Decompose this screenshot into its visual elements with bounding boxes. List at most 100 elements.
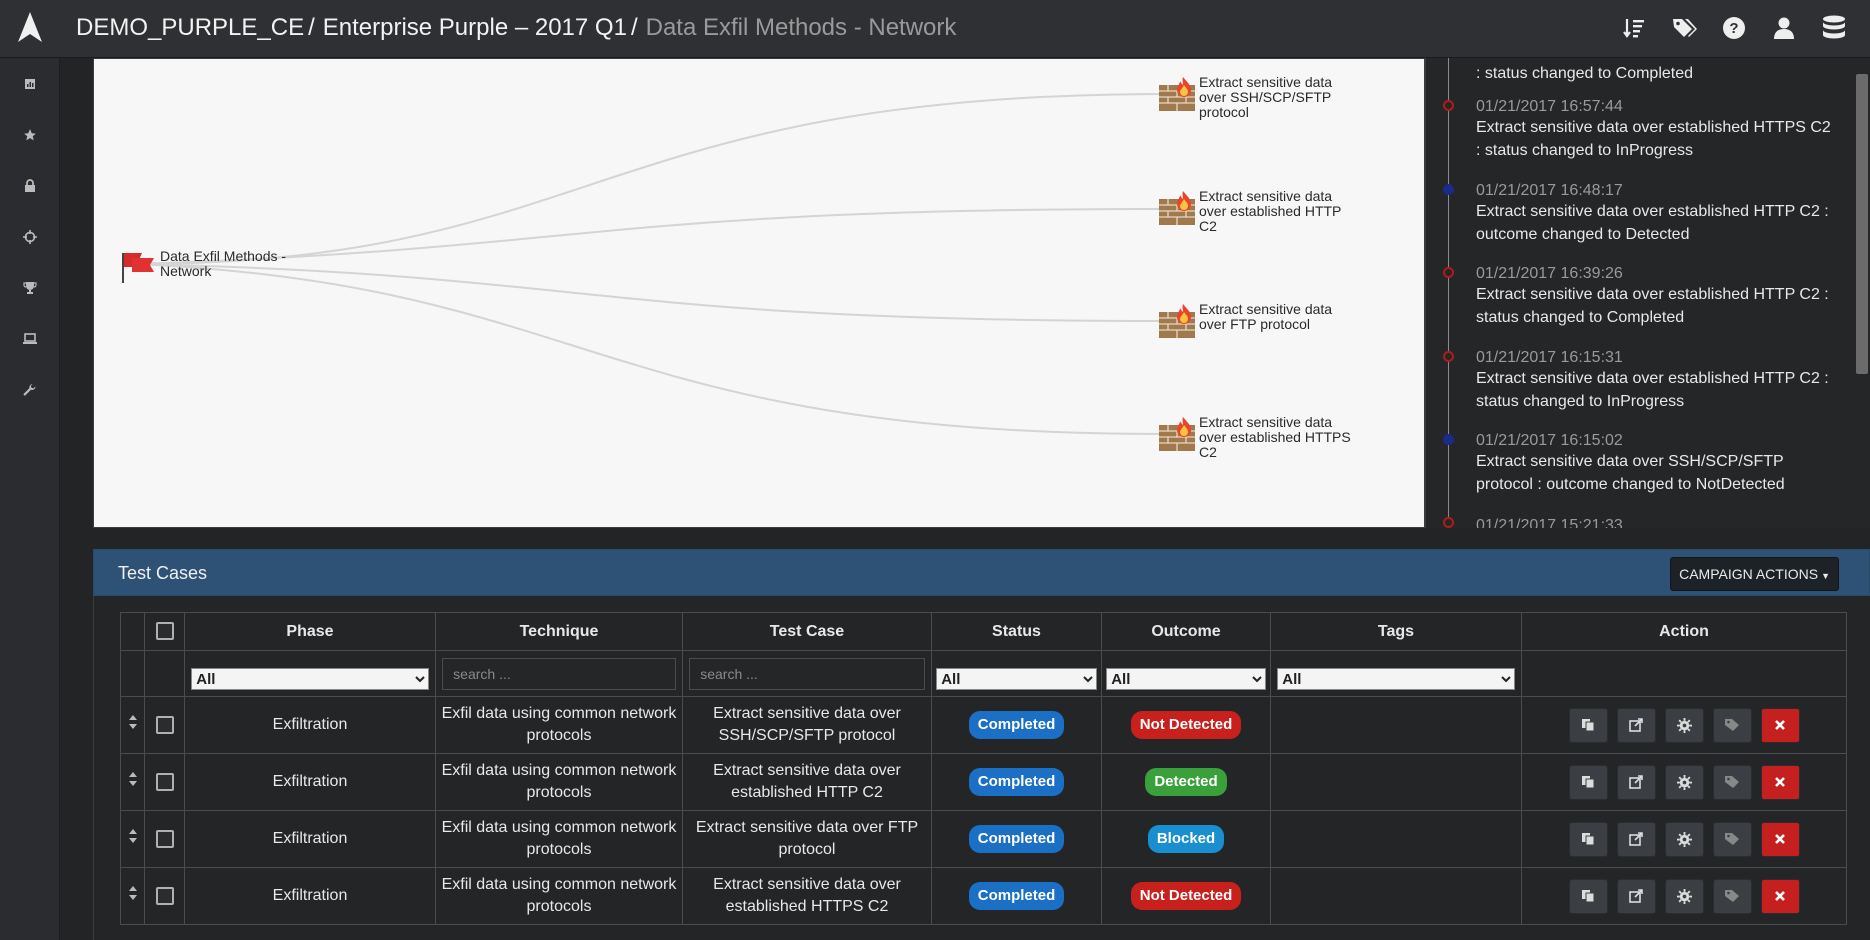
graph-node-label-line: over FTP protocol xyxy=(1199,316,1311,332)
share-button[interactable] xyxy=(1616,707,1656,743)
timeline-entry-time: 01/21/2017 16:57:44 xyxy=(1476,98,1623,115)
test-case-cell: Extract sensitive data over SSH/SCP/SFTP… xyxy=(682,696,932,754)
lock-icon xyxy=(25,178,35,192)
column-header-status[interactable]: Status xyxy=(931,612,1102,651)
campaign-actions-button[interactable]: CAMPAIGN ACTIONS ▼ xyxy=(1670,557,1839,591)
graph-node[interactable]: Extract sensitive data over FTP protocol xyxy=(1159,302,1332,343)
sidebar-item-trophy[interactable] xyxy=(0,262,60,313)
tag-button[interactable] xyxy=(1712,878,1752,914)
column-header-technique[interactable]: Technique xyxy=(435,612,683,651)
filter-cell xyxy=(435,650,683,697)
column-header-outcome[interactable]: Outcome xyxy=(1101,612,1271,651)
filter-row: All All All All xyxy=(120,650,1847,697)
table-row[interactable]: Exfiltration Exfil data using common net… xyxy=(120,753,1847,811)
table-row[interactable]: Exfiltration Exfil data using common net… xyxy=(120,810,1847,868)
row-checkbox[interactable] xyxy=(155,715,174,734)
activity-timeline[interactable]: : status changed to Completed 01/21/2017… xyxy=(1425,58,1870,528)
delete-button[interactable] xyxy=(1760,707,1800,743)
drag-handle-icon[interactable] xyxy=(128,828,138,844)
technique-search-input[interactable] xyxy=(442,657,676,690)
copy-button[interactable] xyxy=(1568,764,1608,800)
sidebar-item-targets[interactable] xyxy=(0,211,60,262)
settings-button[interactable] xyxy=(1664,821,1704,857)
graph-node-label-line: protocol xyxy=(1199,104,1249,120)
sidebar-item-assets[interactable] xyxy=(0,313,60,364)
copy-button[interactable] xyxy=(1568,707,1608,743)
share-button[interactable] xyxy=(1616,878,1656,914)
column-header-phase[interactable]: Phase xyxy=(184,612,436,651)
timeline-scrollbar[interactable] xyxy=(1856,74,1868,374)
drag-handle-icon[interactable] xyxy=(128,714,138,730)
row-checkbox[interactable] xyxy=(155,829,174,848)
share-button[interactable] xyxy=(1616,821,1656,857)
column-header-tags[interactable]: Tags xyxy=(1270,612,1522,651)
select-all-checkbox[interactable] xyxy=(155,622,174,641)
user-icon[interactable] xyxy=(1770,14,1798,42)
caret-down-icon: ▼ xyxy=(1821,571,1830,581)
database-icon[interactable] xyxy=(1820,14,1848,42)
delete-button[interactable] xyxy=(1760,764,1800,800)
sidebar xyxy=(0,58,60,940)
settings-button[interactable] xyxy=(1664,764,1704,800)
share-button[interactable] xyxy=(1616,764,1656,800)
delete-button[interactable] xyxy=(1760,878,1800,914)
timeline-dot xyxy=(1443,434,1454,445)
timeline-dot xyxy=(1443,184,1454,195)
table-row[interactable]: Exfiltration Exfil data using common net… xyxy=(120,867,1847,925)
timeline-entry-text: Extract sensitive data over established … xyxy=(1476,119,1831,159)
delete-icon xyxy=(1775,720,1785,730)
tag-button[interactable] xyxy=(1712,707,1752,743)
gear-icon xyxy=(1676,717,1692,733)
tags-icon[interactable] xyxy=(1670,14,1698,42)
gear-icon xyxy=(1676,831,1692,847)
delete-icon xyxy=(1775,834,1785,844)
drag-handle-icon[interactable] xyxy=(128,885,138,901)
breadcrumb-separator: / xyxy=(308,14,315,41)
technique-cell: Exfil data using common network protocol… xyxy=(435,753,683,811)
column-header-test-case[interactable]: Test Case xyxy=(682,612,932,651)
sidebar-item-security[interactable] xyxy=(0,160,60,211)
breadcrumb-campaign[interactable]: Enterprise Purple – 2017 Q1 xyxy=(323,14,627,41)
outcome-filter-select[interactable]: All xyxy=(1106,668,1266,690)
action-cell xyxy=(1521,810,1847,868)
row-checkbox[interactable] xyxy=(155,886,174,905)
graph-node[interactable]: Extract sensitive data over SSH/SCP/SFTP… xyxy=(1159,75,1332,120)
tags-filter-select[interactable]: All xyxy=(1277,668,1515,690)
campaign-graph[interactable]: Data Exfil Methods - Network Extract sen… xyxy=(93,58,1425,528)
graph-node[interactable]: Extract sensitive data over established … xyxy=(1159,415,1351,460)
delete-button[interactable] xyxy=(1760,821,1800,857)
status-filter-select[interactable]: All xyxy=(936,668,1097,690)
tag-button[interactable] xyxy=(1712,821,1752,857)
sort-icon[interactable] xyxy=(1620,14,1648,42)
tag-button[interactable] xyxy=(1712,764,1752,800)
settings-button[interactable] xyxy=(1664,707,1704,743)
copy-button[interactable] xyxy=(1568,821,1608,857)
select-all-header xyxy=(144,612,185,651)
select-cell xyxy=(144,867,185,925)
sidebar-item-tools[interactable] xyxy=(0,364,60,415)
row-actions xyxy=(1522,821,1846,857)
help-icon[interactable]: ? xyxy=(1720,14,1748,42)
sidebar-item-dashboard[interactable] xyxy=(0,58,60,109)
test-case-search-input[interactable] xyxy=(689,657,925,690)
copy-icon xyxy=(1582,719,1595,732)
sidebar-item-favorites[interactable] xyxy=(0,109,60,160)
settings-button[interactable] xyxy=(1664,878,1704,914)
drag-handle-icon[interactable] xyxy=(128,771,138,787)
app-logo-icon[interactable] xyxy=(14,10,46,46)
firewall-icon xyxy=(1159,417,1195,451)
graph-node[interactable]: Extract sensitive data over established … xyxy=(1159,189,1341,234)
graph-root-node[interactable]: Data Exfil Methods - Network xyxy=(120,249,286,288)
timeline-dot xyxy=(1443,100,1454,111)
timeline-dot xyxy=(1443,351,1454,362)
select-cell xyxy=(144,810,185,868)
phase-filter-select[interactable]: All xyxy=(191,668,429,690)
tag-icon xyxy=(1725,833,1739,845)
outcome-badge: Not Detected xyxy=(1130,882,1242,910)
row-checkbox[interactable] xyxy=(155,772,174,791)
action-cell xyxy=(1521,753,1847,811)
breadcrumb-org[interactable]: DEMO_PURPLE_CE xyxy=(76,14,304,41)
table-row[interactable]: Exfiltration Exfil data using common net… xyxy=(120,696,1847,754)
trophy-icon xyxy=(23,281,37,294)
copy-button[interactable] xyxy=(1568,878,1608,914)
